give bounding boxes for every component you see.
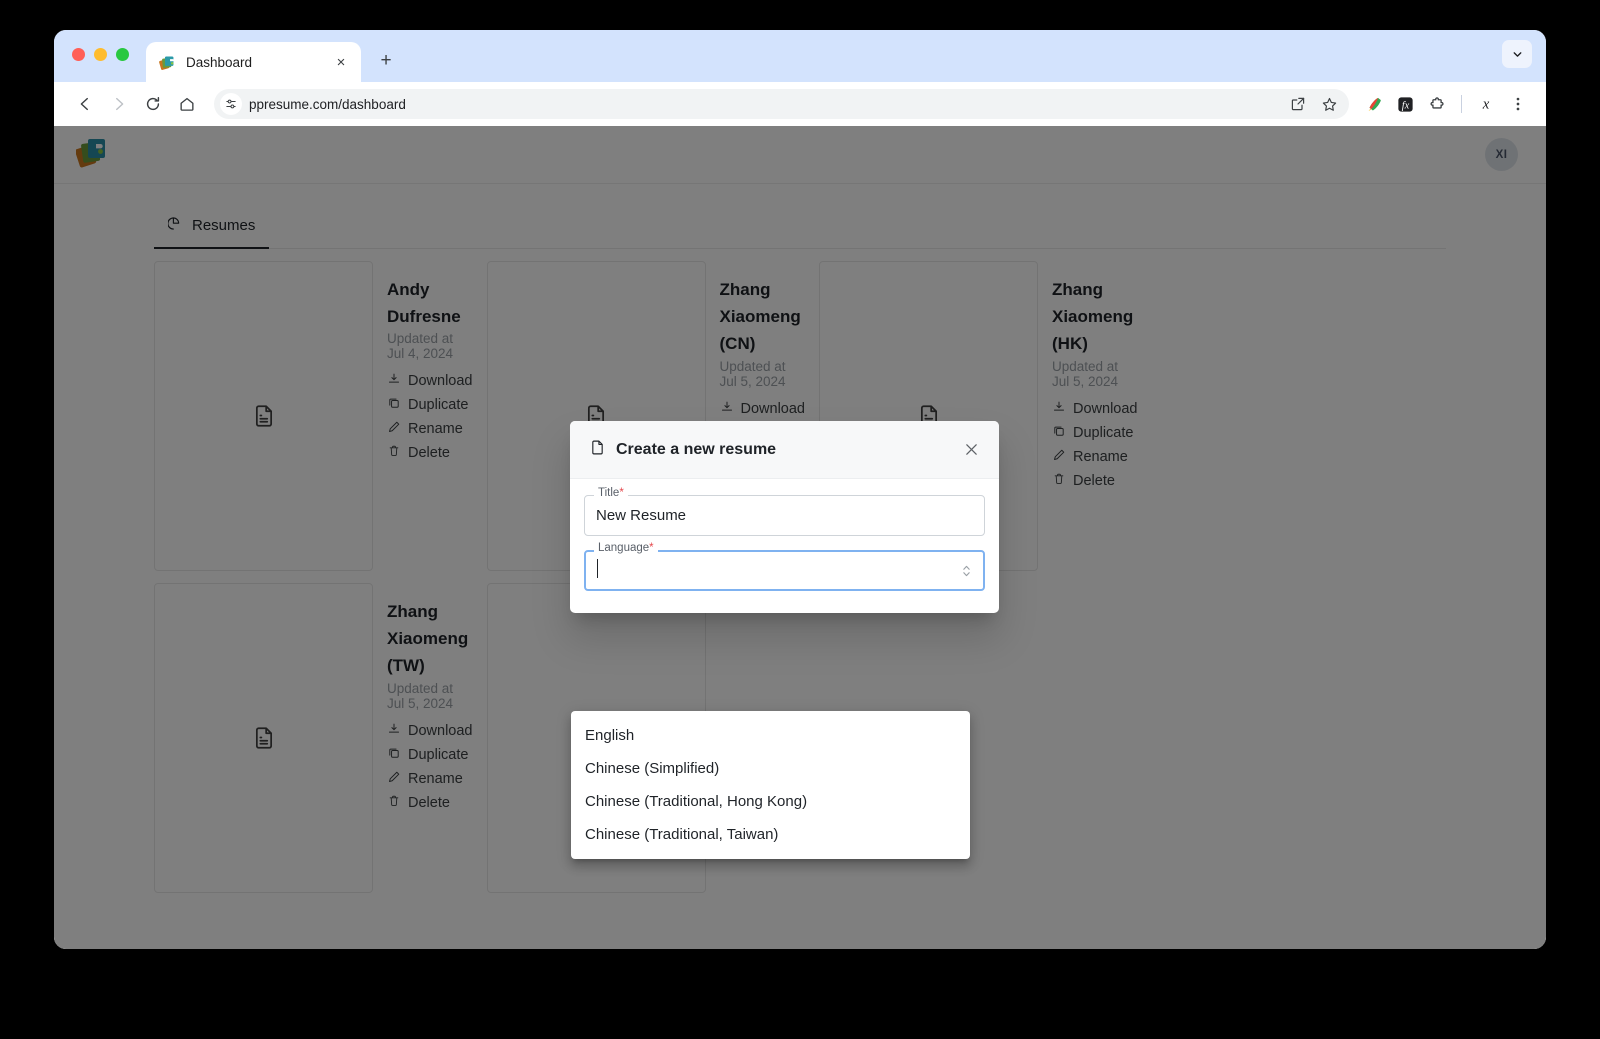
title-field-group: Title* New Resume [584,495,985,536]
site-settings-icon[interactable] [220,93,242,115]
toolbar-divider [1461,95,1462,113]
new-tab-button[interactable]: + [372,47,400,75]
required-marker: * [649,542,653,554]
maximize-window-button[interactable] [116,48,129,61]
home-button[interactable] [172,89,202,119]
puzzle-extension-icon[interactable] [1423,90,1451,118]
page-viewport: XI Resumes [54,126,1546,949]
dropdown-option-chinese-simplified[interactable]: Chinese (Simplified) [571,752,970,785]
svg-text:fx: fx [1401,100,1409,111]
chevron-updown-icon[interactable] [961,563,972,579]
close-icon[interactable] [957,436,985,464]
kebab-menu-icon[interactable] [1504,90,1532,118]
required-marker: * [619,487,623,499]
forward-button[interactable] [104,89,134,119]
svg-text:x: x [1482,97,1490,113]
modal-header: Create a new resume [570,421,999,479]
url-text: ppresume.com/dashboard [249,97,1279,112]
browser-tab-strip: Dashboard × + [54,30,1546,82]
color-pen-extension-icon[interactable] [1359,90,1387,118]
browser-window: Dashboard × + [54,30,1546,949]
address-bar[interactable]: ppresume.com/dashboard [214,89,1349,119]
modal-body: Title* New Resume Language* [570,479,999,613]
back-button[interactable] [70,89,100,119]
modal-title: Create a new resume [616,441,947,459]
x-profile-icon[interactable]: x [1472,90,1500,118]
create-resume-modal: Create a new resume Title* New Resume [570,421,999,613]
text-caret [597,559,598,578]
title-field-label: Title* [594,488,628,500]
star-icon[interactable] [1317,92,1341,116]
language-field-group: Language* [584,550,985,591]
window-controls [72,48,129,61]
title-input-value: New Resume [596,507,973,524]
dropdown-option-chinese-traditional-hk[interactable]: Chinese (Traditional, Hong Kong) [571,785,970,818]
tab-title: Dashboard [186,55,321,70]
dropdown-option-english[interactable]: English [571,719,970,752]
document-icon [589,439,606,461]
language-select[interactable] [584,550,985,591]
minimize-window-button[interactable] [94,48,107,61]
close-window-button[interactable] [72,48,85,61]
language-field-label: Language* [594,543,658,555]
tab-close-icon[interactable]: × [331,52,351,72]
open-in-new-icon[interactable] [1286,92,1310,116]
language-select-value [597,559,961,582]
browser-toolbar: ppresume.com/dashboard fx [54,82,1546,126]
fx-extension-icon[interactable]: fx [1391,90,1419,118]
dropdown-option-chinese-traditional-tw[interactable]: Chinese (Traditional, Taiwan) [571,818,970,851]
browser-tab-dashboard[interactable]: Dashboard × [146,42,361,82]
chevron-down-icon[interactable] [1502,40,1532,68]
ppresume-logo-icon [159,54,176,71]
language-dropdown-list: English Chinese (Simplified) Chinese (Tr… [571,711,970,859]
reload-button[interactable] [138,89,168,119]
title-input[interactable]: New Resume [584,495,985,536]
